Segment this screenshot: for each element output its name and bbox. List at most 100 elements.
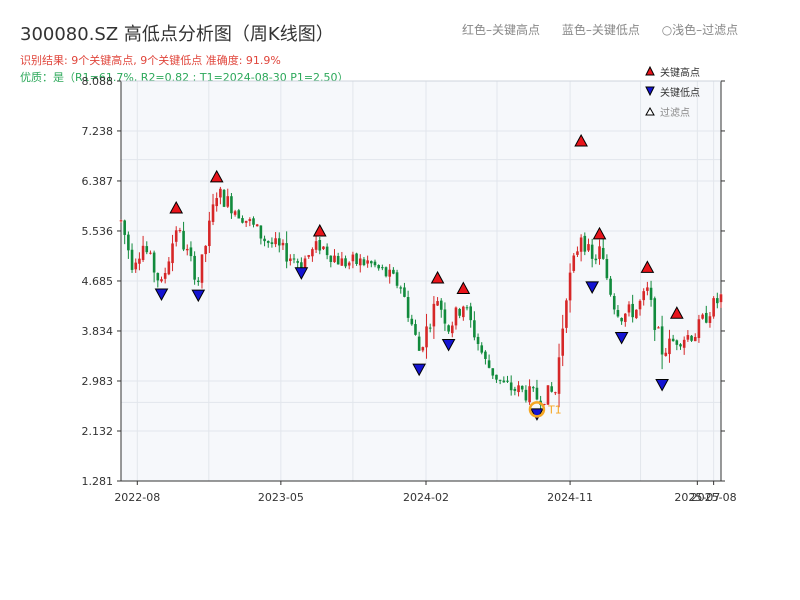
y-tick-label: 2.983 bbox=[82, 375, 114, 388]
candle-body bbox=[156, 273, 160, 281]
candle-body bbox=[182, 230, 185, 250]
candle-body bbox=[160, 279, 163, 282]
candle-body bbox=[145, 246, 149, 253]
candle-body bbox=[149, 252, 152, 254]
candle-body bbox=[601, 247, 605, 259]
candle-body bbox=[406, 297, 410, 318]
candle-body bbox=[347, 262, 351, 266]
candle-body bbox=[311, 249, 314, 257]
candle-body bbox=[535, 387, 539, 400]
candle-body bbox=[241, 218, 244, 223]
candle-body bbox=[682, 339, 686, 348]
candle-body bbox=[447, 325, 450, 332]
legend-low-label: 关键低点 bbox=[660, 86, 700, 99]
candle-body bbox=[329, 255, 333, 262]
candle-body bbox=[565, 300, 568, 328]
candle-body bbox=[660, 326, 664, 355]
candle-body bbox=[193, 255, 196, 280]
candle-body bbox=[403, 287, 406, 297]
candle-body bbox=[417, 336, 421, 351]
candle-body bbox=[410, 318, 414, 325]
x-tick-label: 2023-05 bbox=[258, 491, 304, 504]
candle-body bbox=[163, 273, 167, 279]
candle-body bbox=[524, 389, 528, 401]
candle-body bbox=[219, 188, 222, 198]
candle-body bbox=[237, 210, 241, 219]
candle-body bbox=[134, 262, 138, 270]
candle-body bbox=[495, 374, 498, 380]
candle-body bbox=[141, 245, 145, 260]
candle-body bbox=[476, 336, 480, 344]
candle-body bbox=[377, 265, 380, 269]
candle-body bbox=[587, 244, 590, 251]
candle-body bbox=[351, 254, 355, 262]
candle-body bbox=[561, 328, 565, 356]
candle-body bbox=[443, 309, 447, 324]
candle-body bbox=[285, 243, 288, 262]
candle-body bbox=[388, 269, 392, 277]
candle-body bbox=[381, 267, 384, 269]
candle-body bbox=[358, 258, 362, 266]
candle-body bbox=[697, 319, 701, 338]
candle-body bbox=[462, 306, 465, 318]
candle-body bbox=[362, 259, 366, 266]
candle-body bbox=[395, 272, 399, 286]
candle-body bbox=[458, 309, 461, 316]
y-tick-label: 3.834 bbox=[82, 325, 114, 338]
candle-body bbox=[152, 252, 156, 273]
candle-body bbox=[414, 324, 417, 335]
candle-body bbox=[399, 287, 403, 289]
candle-body bbox=[531, 387, 535, 389]
candle-body bbox=[259, 225, 263, 239]
candle-body bbox=[612, 296, 616, 310]
candle-body bbox=[167, 261, 171, 275]
candle-body bbox=[616, 310, 620, 317]
candle-body bbox=[428, 327, 432, 329]
candle-body bbox=[576, 251, 579, 255]
candle-body bbox=[598, 246, 601, 260]
candle-body bbox=[704, 312, 708, 323]
candle-body bbox=[583, 235, 587, 252]
x-tick-label: 2024-02 bbox=[403, 491, 449, 504]
candle-body bbox=[642, 291, 645, 301]
candle-body bbox=[344, 258, 347, 267]
candle-body bbox=[568, 272, 572, 301]
candle-body bbox=[189, 247, 193, 257]
candle-body bbox=[686, 335, 690, 340]
candle-body bbox=[355, 253, 358, 265]
candle-body bbox=[664, 352, 668, 356]
t1-label: T1 bbox=[547, 403, 562, 416]
candle-body bbox=[498, 379, 502, 381]
candle-body bbox=[325, 246, 329, 256]
candle-body bbox=[248, 219, 252, 222]
candle-body bbox=[557, 357, 561, 394]
candle-body bbox=[314, 241, 318, 250]
y-tick-label: 6.387 bbox=[82, 175, 114, 188]
candle-body bbox=[594, 258, 598, 261]
candle-body bbox=[693, 337, 697, 342]
candle-body bbox=[716, 298, 719, 304]
candle-body bbox=[392, 269, 395, 274]
candle-body bbox=[266, 241, 270, 243]
candle-body bbox=[322, 246, 325, 250]
candle-body bbox=[296, 261, 299, 263]
candle-body bbox=[432, 303, 436, 327]
candle-body bbox=[528, 386, 531, 403]
candle-body bbox=[123, 220, 126, 235]
candlestick-chart: 1.281 2.132 2.983 3.834 4.685 5.536 6.387 7.238… bbox=[82, 65, 737, 504]
candle-body bbox=[244, 220, 248, 223]
candle-body bbox=[480, 345, 484, 353]
candle-body bbox=[436, 301, 439, 306]
candle-body bbox=[255, 224, 259, 227]
candle-body bbox=[454, 307, 458, 326]
candle-body bbox=[289, 258, 292, 262]
x-tick-label: 2024-11 bbox=[547, 491, 593, 504]
candle-body bbox=[370, 261, 373, 264]
y-tick-label: 4.685 bbox=[82, 275, 114, 288]
candle-body bbox=[138, 258, 141, 264]
candle-body bbox=[384, 267, 388, 277]
candle-body bbox=[712, 298, 715, 317]
candle-body bbox=[590, 244, 594, 259]
candle-body bbox=[215, 198, 219, 207]
candle-body bbox=[546, 385, 550, 405]
